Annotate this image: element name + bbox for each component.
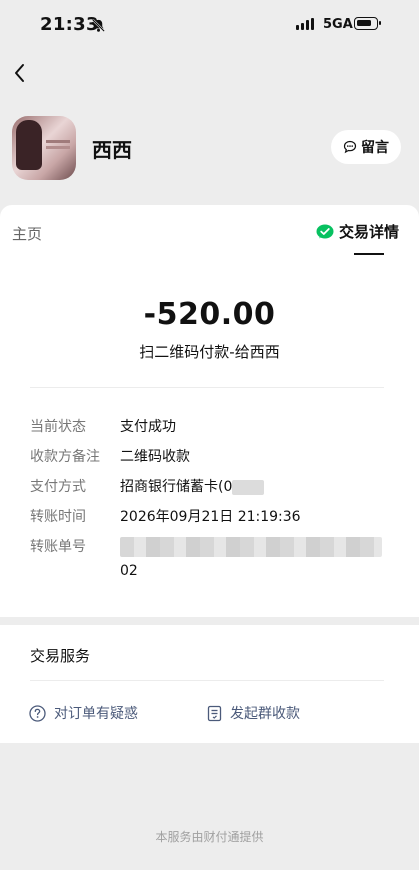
detail-row-transfer-time: 转账时间 2026年09月21日 21:19:36 xyxy=(30,507,382,527)
tab-transaction-detail[interactable]: 交易详情 xyxy=(316,221,399,242)
detail-row-payment-method: 支付方式 招商银行储蓄卡(0 xyxy=(30,477,382,497)
tab-detail-label: 交易详情 xyxy=(338,223,399,241)
wechat-pay-icon xyxy=(316,224,334,238)
detail-value: 支付成功 xyxy=(120,419,176,435)
bell-muted-icon xyxy=(92,19,105,32)
payee-avatar[interactable] xyxy=(12,116,76,180)
service-group-collection[interactable]: 发起群收款 xyxy=(207,703,300,723)
detail-row-transfer-number: 转账单号 02 xyxy=(30,537,382,581)
message-button-label: 留言 xyxy=(361,140,389,156)
transaction-card: 主页 交易详情 -520.00 扫二维码付款-给西西 当前状态 支付成功 收款方… xyxy=(0,205,419,617)
detail-key: 收款方备注 xyxy=(30,449,100,465)
detail-value: 2026年09月21日 21:19:36 xyxy=(120,509,301,525)
service-label: 对订单有疑惑 xyxy=(54,706,138,722)
detail-value[interactable]: 02 xyxy=(120,561,382,581)
transaction-amount: -520.00 xyxy=(143,297,276,332)
detail-key: 支付方式 xyxy=(30,479,86,495)
bill-icon xyxy=(207,705,222,721)
transaction-description: 扫二维码付款-给西西 xyxy=(139,343,280,361)
divider xyxy=(30,387,384,388)
detail-key: 转账单号 xyxy=(30,539,86,555)
payment-detail-page: 21:33 5GA 西西 留言 主页 交易详情 -520.00 扫二维码付款-给… xyxy=(0,0,419,870)
detail-key: 转账时间 xyxy=(30,509,86,525)
service-label: 发起群收款 xyxy=(230,706,300,722)
detail-key: 当前状态 xyxy=(30,419,86,435)
detail-row-status: 当前状态 支付成功 xyxy=(30,417,382,437)
signal-icon xyxy=(296,18,314,30)
tab-active-indicator xyxy=(354,253,384,255)
question-circle-icon xyxy=(29,704,46,722)
redacted-block xyxy=(120,537,382,557)
status-bar: 21:33 5GA xyxy=(0,0,419,50)
network-type: 5GA xyxy=(323,17,353,32)
detail-value: 二维码收款 xyxy=(120,449,190,465)
detail-row-payee-note: 收款方备注 二维码收款 xyxy=(30,447,382,467)
redacted-block xyxy=(232,479,265,495)
tab-home[interactable]: 主页 xyxy=(12,223,42,244)
status-time: 21:33 xyxy=(40,14,99,35)
chat-bubble-icon xyxy=(343,140,357,154)
divider xyxy=(30,680,384,681)
payee-name: 西西 xyxy=(92,138,132,162)
back-chevron-icon[interactable] xyxy=(8,58,34,88)
detail-list: 当前状态 支付成功 收款方备注 二维码收款 支付方式 招商银行储蓄卡(0 转账时… xyxy=(30,417,382,591)
services-card: 交易服务 对订单有疑惑 发起群收款 xyxy=(0,625,419,743)
footer-note: 本服务由财付通提供 xyxy=(155,830,264,844)
services-title: 交易服务 xyxy=(30,647,91,665)
detail-value: 招商银行储蓄卡(0 xyxy=(120,479,233,495)
battery-icon xyxy=(354,17,381,30)
service-order-question[interactable]: 对订单有疑惑 xyxy=(29,703,138,723)
message-button[interactable]: 留言 xyxy=(331,130,401,164)
